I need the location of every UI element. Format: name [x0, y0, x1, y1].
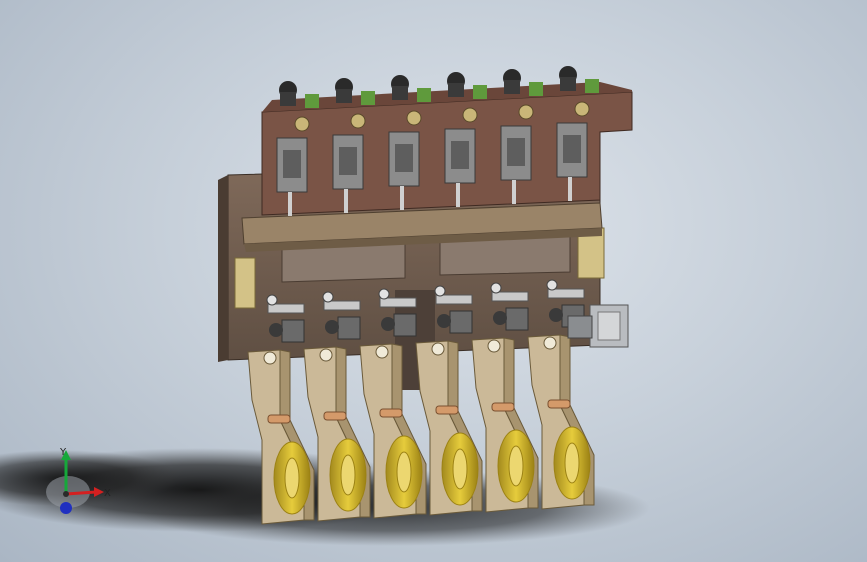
green-bracket [473, 85, 487, 99]
fitting [493, 311, 507, 325]
actuator-core [395, 144, 413, 172]
assembly-model[interactable]: Y X [0, 0, 867, 562]
valve-block [505, 307, 529, 331]
horizontal-cylinder [267, 303, 305, 314]
pivot-bolt [319, 348, 333, 362]
cylinder-cap [322, 291, 334, 303]
clamp-body [336, 89, 352, 103]
roller [574, 101, 590, 117]
pin [491, 402, 515, 412]
horizontal-cylinder [323, 300, 361, 311]
pulley-hub [340, 454, 356, 496]
clamp-body [280, 92, 296, 106]
green-bracket [529, 82, 543, 96]
pulley-hub [508, 445, 524, 487]
clamp-body [560, 77, 576, 91]
cad-viewport[interactable]: Y X [0, 0, 867, 562]
valve-block [337, 316, 361, 340]
valve-block [449, 310, 473, 334]
horizontal-cylinder [547, 288, 585, 299]
roller [518, 104, 534, 120]
green-bracket [585, 79, 599, 93]
x-axis-arrow [65, 490, 97, 496]
cylinder-cap [378, 288, 390, 300]
pivot-bolt [487, 339, 501, 353]
horizontal-cylinder [491, 291, 529, 302]
roller [294, 116, 310, 132]
y-axis-label: Y [59, 447, 67, 458]
cylinder-cap [546, 279, 558, 291]
actuator-core [507, 138, 525, 166]
pulley-hub [564, 442, 580, 484]
pin [267, 414, 291, 424]
guide-rod [568, 177, 572, 201]
fitting [437, 314, 451, 328]
guide-rod [288, 192, 292, 216]
roller [406, 110, 422, 126]
fitting [381, 317, 395, 331]
pin [323, 411, 347, 421]
cylinder-cap [434, 285, 446, 297]
pivot-bolt [431, 342, 445, 356]
green-bracket [305, 94, 319, 108]
fitting [325, 320, 339, 334]
horizontal-cylinder [379, 297, 417, 308]
pulley-hub [396, 451, 412, 493]
guide-rod [512, 180, 516, 204]
actuator-core [563, 135, 581, 163]
green-bracket [361, 91, 375, 105]
pivot-bolt [263, 351, 277, 365]
pulley-hub [452, 448, 468, 490]
clamp-body [448, 83, 464, 97]
green-bracket [417, 88, 431, 102]
fitting [269, 323, 283, 337]
clamp-body [504, 80, 520, 94]
actuator-core [283, 150, 301, 178]
clamp-body [392, 86, 408, 100]
fitting [549, 308, 563, 322]
guide-rod [344, 189, 348, 213]
cylinder-cap [266, 294, 278, 306]
valve-block [393, 313, 417, 337]
x-axis-label: X [104, 488, 111, 499]
pin [547, 399, 571, 409]
actuator-core [339, 147, 357, 175]
roller [350, 113, 366, 129]
pulley-hub [284, 457, 300, 499]
actuator-core [451, 141, 469, 169]
pivot-bolt [375, 345, 389, 359]
horizontal-cylinder [435, 294, 473, 305]
valve-block [281, 319, 305, 343]
pin [379, 408, 403, 418]
guide-rod [400, 186, 404, 210]
z-axis-dot [60, 502, 72, 514]
pin [435, 405, 459, 415]
roller [462, 107, 478, 123]
guide-rod [456, 183, 460, 207]
cylinder-cap [490, 282, 502, 294]
pivot-bolt [543, 336, 557, 350]
